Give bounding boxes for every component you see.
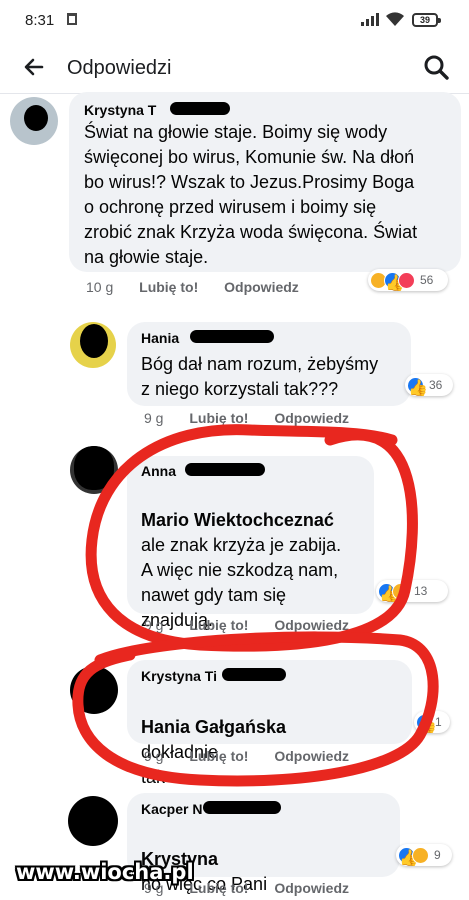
reply-button[interactable]: Odpowiedz <box>274 748 349 764</box>
love-reaction-icon <box>398 271 415 289</box>
comment-actions: 9 g Lubię to! Odpowiedz <box>144 617 349 633</box>
like-reaction-icon <box>416 713 433 731</box>
like-button[interactable]: Lubię to! <box>189 880 248 896</box>
comment-actions: 10 g Lubię to! Odpowiedz <box>86 279 299 295</box>
status-bar: 8:31 39 <box>0 0 469 42</box>
redaction-mark <box>185 463 265 476</box>
avatar[interactable] <box>70 322 116 368</box>
avatar[interactable] <box>68 796 118 846</box>
comment-time: 9 g <box>144 748 164 764</box>
reactions-badge[interactable]: 56 <box>368 269 448 291</box>
wifi-icon <box>386 12 404 26</box>
reactions-badge[interactable]: 13 <box>376 580 448 602</box>
comment-text: Świat na głowie staje. Boimy się wody św… <box>84 122 418 267</box>
reactions-count: 13 <box>414 584 428 598</box>
app-bar: Odpowiedzi <box>0 42 469 94</box>
sad-reaction-icon <box>392 582 409 600</box>
like-button[interactable]: Lubię to! <box>189 617 248 633</box>
mention-link[interactable]: Hania Gałgańska <box>141 717 286 737</box>
status-time: 8:31 <box>25 12 55 29</box>
trash-icon <box>67 13 77 25</box>
comment-author[interactable]: Kacper N <box>141 801 202 817</box>
redaction-mark <box>190 330 274 343</box>
comment-actions: 9 g Lubię to! Odpowiedz <box>144 410 349 426</box>
avatar[interactable] <box>10 97 58 145</box>
signal-icon <box>361 13 379 26</box>
reply-button[interactable]: Odpowiedz <box>274 880 349 896</box>
comment-time: 9 g <box>144 617 164 633</box>
avatar[interactable] <box>70 666 118 714</box>
comment-author[interactable]: Anna <box>141 463 176 479</box>
comment-author[interactable]: Krystyna T <box>84 102 156 118</box>
reactions-badge[interactable]: 1 <box>414 711 450 733</box>
comment-author[interactable]: Hania <box>141 330 179 346</box>
like-reaction-icon <box>407 376 424 394</box>
reply-button[interactable]: Odpowiedz <box>274 410 349 426</box>
comment-text: Bóg dał nam rozum, żebyśmy z niego korzy… <box>141 354 379 399</box>
back-arrow-icon[interactable] <box>22 55 46 79</box>
comment-actions: 9 g Lubię to! Odpowiedz <box>144 748 349 764</box>
comment-time: 10 g <box>86 279 114 295</box>
like-button[interactable]: Lubię to! <box>189 410 248 426</box>
redaction-mark <box>203 801 281 814</box>
reactions-badge[interactable]: 36 <box>405 374 453 396</box>
reply-button[interactable]: Odpowiedz <box>274 617 349 633</box>
reply-button[interactable]: Odpowiedz <box>224 279 299 295</box>
battery-icon: 39 <box>412 13 441 27</box>
search-icon[interactable] <box>423 54 449 80</box>
comment-author[interactable]: Krystyna Ti <box>141 668 217 684</box>
mention-link[interactable]: Mario Wiektochceznać <box>141 510 334 530</box>
comment-text: Hania Gałgańska dokładnie tak <box>141 690 409 790</box>
comment-time: 9 g <box>144 410 164 426</box>
reactions-count: 9 <box>434 848 441 862</box>
watermark: www.wiocha.pl <box>16 860 194 884</box>
like-button[interactable]: Lubię to! <box>189 748 248 764</box>
reactions-count: 56 <box>420 273 434 287</box>
avatar[interactable] <box>70 446 118 494</box>
page-title: Odpowiedzi <box>67 57 172 79</box>
reactions-count: 36 <box>429 378 443 392</box>
reactions-badge[interactable]: 9 <box>396 844 452 866</box>
redaction-mark <box>222 668 286 681</box>
haha-reaction-icon <box>412 846 429 864</box>
like-button[interactable]: Lubię to! <box>139 279 198 295</box>
redaction-mark <box>170 102 230 115</box>
